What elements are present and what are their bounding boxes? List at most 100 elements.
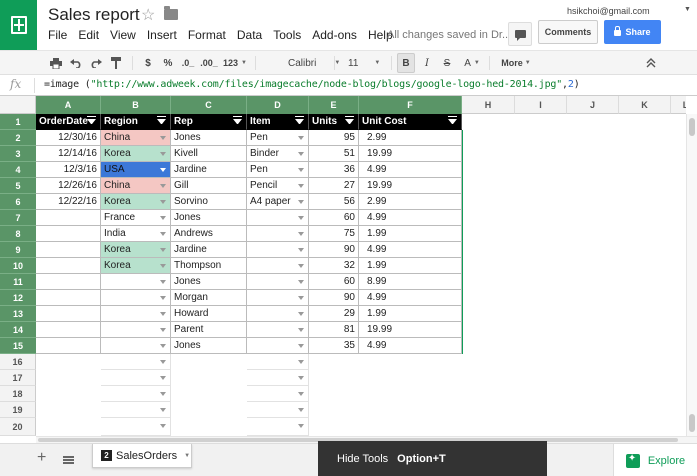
cell-d7[interactable]: [247, 210, 309, 226]
explore-button[interactable]: Explore: [613, 444, 697, 476]
cell-e5[interactable]: 27: [309, 178, 359, 194]
sheets-logo-icon[interactable]: [0, 0, 37, 50]
chevron-up-icon[interactable]: [642, 51, 660, 75]
dropdown-arrow-icon[interactable]: [298, 168, 304, 172]
column-header-l[interactable]: L: [671, 96, 686, 114]
row-header-9[interactable]: 9: [0, 242, 36, 258]
menu-view[interactable]: View: [110, 28, 136, 42]
cell-b12[interactable]: [101, 290, 171, 306]
sheet-tab-salesorders[interactable]: 2 SalesOrders ▼: [92, 444, 192, 468]
dropdown-arrow-icon[interactable]: [160, 408, 166, 412]
account-caret-icon[interactable]: ▼: [684, 6, 691, 13]
menu-tools[interactable]: Tools: [273, 28, 301, 42]
cell-d4[interactable]: Pen: [247, 162, 309, 178]
menu-edit[interactable]: Edit: [78, 28, 99, 42]
cell-c10[interactable]: Thompson: [171, 258, 247, 274]
row-header-11[interactable]: 11: [0, 274, 36, 290]
cell-a2[interactable]: 12/30/16: [36, 130, 101, 146]
dropdown-arrow-icon[interactable]: [298, 200, 304, 204]
cell-a12[interactable]: [36, 290, 101, 306]
dropdown-arrow-icon[interactable]: [298, 392, 304, 396]
cell-c14[interactable]: Parent: [171, 322, 247, 338]
cell-f6[interactable]: 2.99: [359, 194, 462, 210]
cell-e8[interactable]: 75: [309, 226, 359, 242]
cell-f13[interactable]: 1.99: [359, 306, 462, 322]
column-header-k[interactable]: K: [619, 96, 671, 114]
dropdown-arrow-icon[interactable]: [298, 216, 304, 220]
cell-a15[interactable]: [36, 338, 101, 354]
filter-icon[interactable]: [86, 116, 96, 125]
cell-b2[interactable]: China: [101, 130, 171, 146]
currency-format-button[interactable]: $: [140, 51, 156, 75]
cell-d8[interactable]: [247, 226, 309, 242]
cell-b8[interactable]: India: [101, 226, 171, 242]
dropdown-arrow-icon[interactable]: [298, 376, 304, 380]
row-header-14[interactable]: 14: [0, 322, 36, 338]
cell-f7[interactable]: 4.99: [359, 210, 462, 226]
cell-e14[interactable]: 81: [309, 322, 359, 338]
menu-file[interactable]: File: [48, 28, 67, 42]
cell-d20[interactable]: [247, 418, 309, 436]
cell-a9[interactable]: [36, 242, 101, 258]
cell-d9[interactable]: [247, 242, 309, 258]
cell-e1[interactable]: Units: [309, 114, 359, 130]
cell-a1[interactable]: OrderDate: [36, 114, 101, 130]
cell-d5[interactable]: Pencil: [247, 178, 309, 194]
dropdown-arrow-icon[interactable]: [160, 280, 166, 284]
cell-d18[interactable]: [247, 386, 309, 402]
dropdown-arrow-icon[interactable]: [298, 408, 304, 412]
cell-d3[interactable]: Binder: [247, 146, 309, 162]
all-sheets-icon[interactable]: [63, 456, 74, 458]
filter-icon[interactable]: [294, 116, 304, 125]
cell-f1[interactable]: Unit Cost: [359, 114, 462, 130]
cell-b6[interactable]: Korea: [101, 194, 171, 210]
cell-b14[interactable]: [101, 322, 171, 338]
paint-format-icon[interactable]: [108, 51, 124, 75]
cell-b1[interactable]: Region: [101, 114, 171, 130]
column-header-f[interactable]: F: [359, 96, 462, 114]
user-email[interactable]: hsikchoi@gmail.com: [567, 6, 650, 16]
dropdown-arrow-icon[interactable]: [160, 248, 166, 252]
row-header-20[interactable]: 20: [0, 418, 36, 436]
cell-f14[interactable]: 19.99: [359, 322, 462, 338]
cell-b9[interactable]: Korea: [101, 242, 171, 258]
dropdown-arrow-icon[interactable]: [160, 376, 166, 380]
cell-d14[interactable]: [247, 322, 309, 338]
row-header-3[interactable]: 3: [0, 146, 36, 162]
cell-d13[interactable]: [247, 306, 309, 322]
cell-e6[interactable]: 56: [309, 194, 359, 210]
select-all-corner[interactable]: [0, 96, 36, 114]
cell-d12[interactable]: [247, 290, 309, 306]
dropdown-arrow-icon[interactable]: [298, 232, 304, 236]
row-header-5[interactable]: 5: [0, 178, 36, 194]
scroll-thumb[interactable]: [689, 118, 695, 136]
spreadsheet-grid[interactable]: A B C D E F H I J K L 1 2 3 4 5 6 7 8 9 10 11 12 13 14 15 16 17 18 19…: [0, 96, 686, 436]
cell-b11[interactable]: [101, 274, 171, 290]
dropdown-arrow-icon[interactable]: [160, 216, 166, 220]
column-header-e[interactable]: E: [309, 96, 359, 114]
cell-d19[interactable]: [247, 402, 309, 418]
row-header-18[interactable]: 18: [0, 386, 36, 402]
filter-icon[interactable]: [232, 116, 242, 125]
row-header-15[interactable]: 15: [0, 338, 36, 354]
cell-b5[interactable]: China: [101, 178, 171, 194]
row-header-6[interactable]: 6: [0, 194, 36, 210]
cell-e10[interactable]: 32: [309, 258, 359, 274]
menu-addons[interactable]: Add-ons: [312, 28, 357, 42]
cell-f3[interactable]: 19.99: [359, 146, 462, 162]
cell-d15[interactable]: [247, 338, 309, 354]
column-header-d[interactable]: D: [247, 96, 309, 114]
cell-e4[interactable]: 36: [309, 162, 359, 178]
cell-c4[interactable]: Jardine: [171, 162, 247, 178]
cell-b10[interactable]: Korea: [101, 258, 171, 274]
cell-e2[interactable]: 95: [309, 130, 359, 146]
row-header-1[interactable]: 1: [0, 114, 36, 130]
bold-button[interactable]: B: [397, 53, 415, 73]
row-header-2[interactable]: 2: [0, 130, 36, 146]
dropdown-arrow-icon[interactable]: [160, 392, 166, 396]
cell-b13[interactable]: [101, 306, 171, 322]
chevron-down-icon[interactable]: ▼: [184, 453, 190, 459]
row-header-12[interactable]: 12: [0, 290, 36, 306]
cell-c3[interactable]: Kivell: [171, 146, 247, 162]
more-button[interactable]: More ▼: [496, 51, 536, 75]
